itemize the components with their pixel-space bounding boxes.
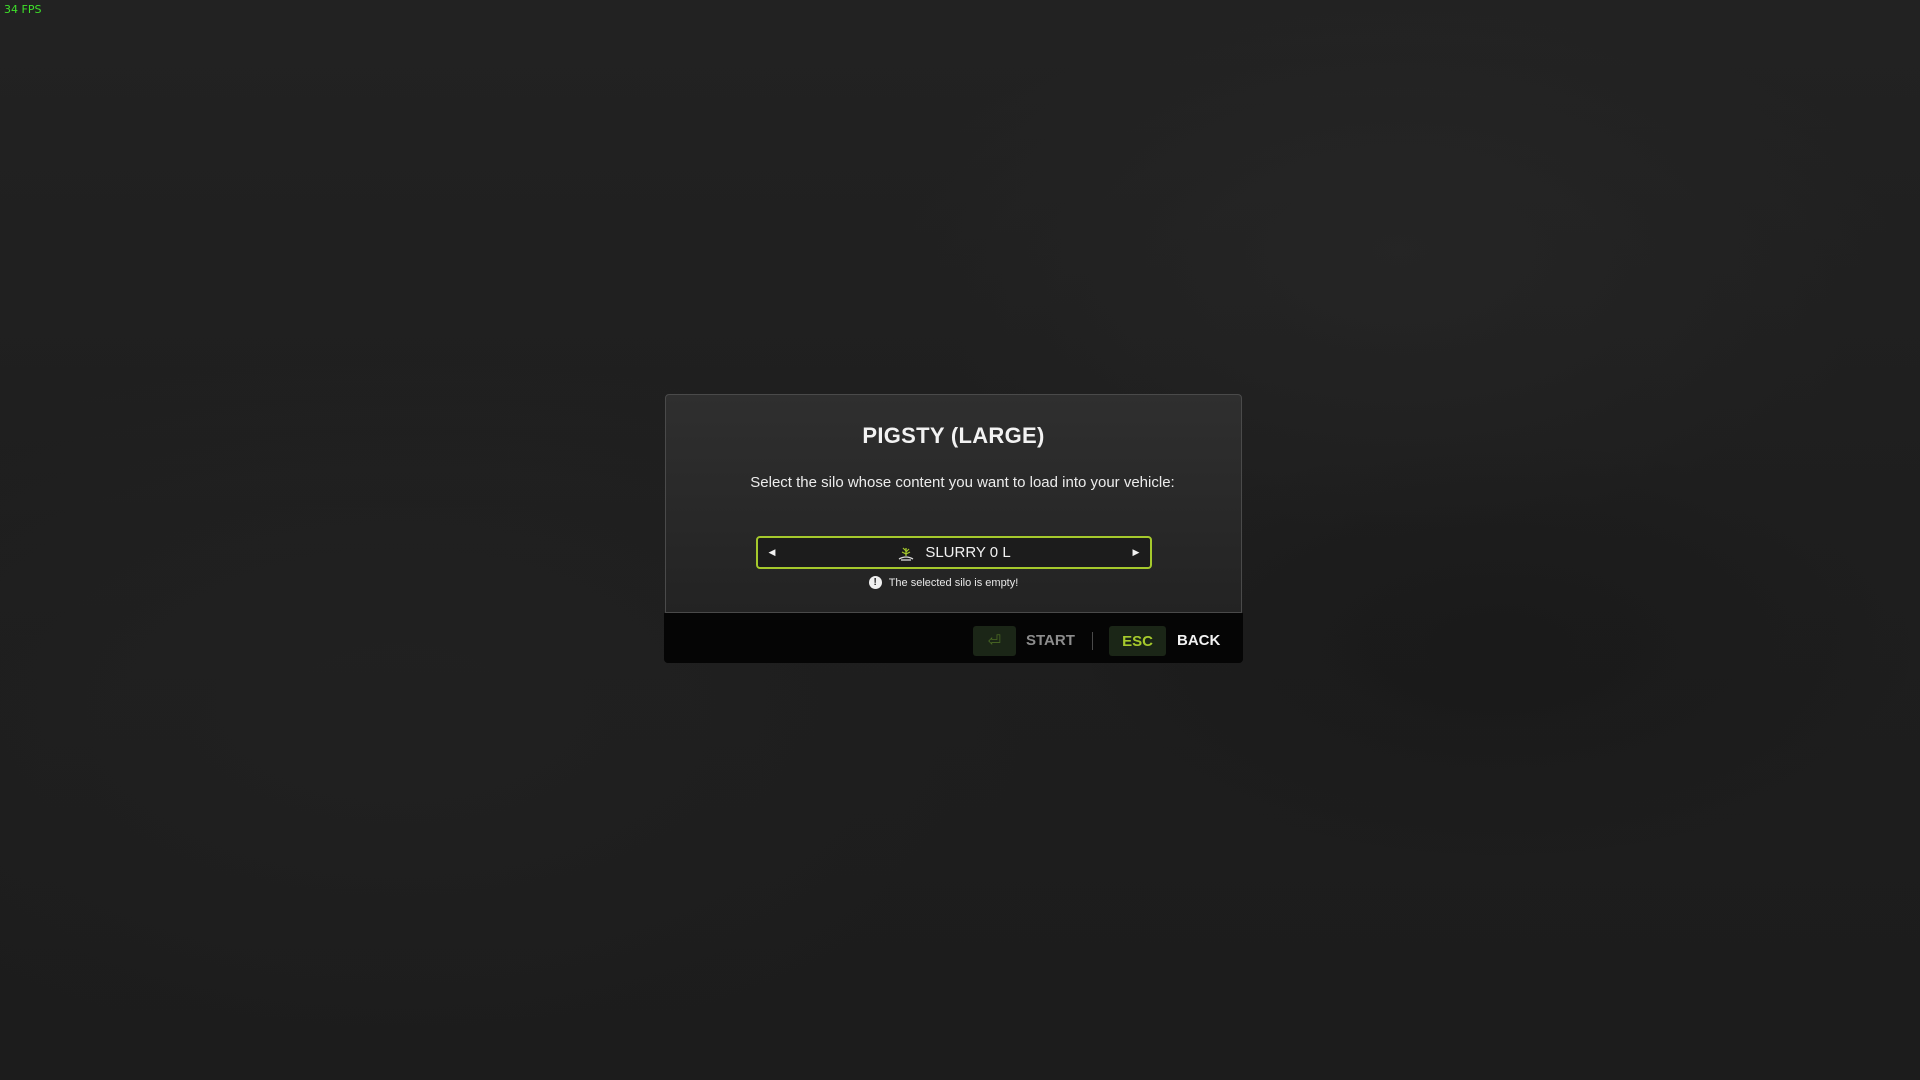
dialog-instruction: Select the silo whose content you want t… [750,474,1175,491]
dialog-title: PIGSTY (LARGE) [862,423,1045,448]
silo-selector[interactable]: ◀ SLURRY 0 L ▶ [756,536,1152,569]
slurry-icon [897,545,915,561]
back-button[interactable]: BACK [1177,626,1220,656]
enter-key-icon[interactable]: ⏎ [973,626,1016,656]
next-arrow-icon[interactable]: ▶ [1124,538,1148,567]
silo-selection-dialog: PIGSTY (LARGE) Select the silo whose con… [665,394,1242,613]
empty-silo-warning: ! The selected silo is empty! [646,576,1241,589]
selector-content: SLURRY 0 L [788,538,1120,567]
selected-silo-value: SLURRY 0 L [925,544,1011,561]
warning-text: The selected silo is empty! [888,576,1019,589]
esc-key-button[interactable]: ESC [1109,626,1166,656]
dialog-footer: ⏎ START ESC BACK [664,613,1243,663]
exclamation-icon: ! [868,576,882,589]
previous-arrow-icon[interactable]: ◀ [760,538,784,567]
fps-counter: 34 FPS [4,3,42,16]
start-button[interactable]: START [1026,626,1075,656]
footer-divider [1092,632,1093,650]
